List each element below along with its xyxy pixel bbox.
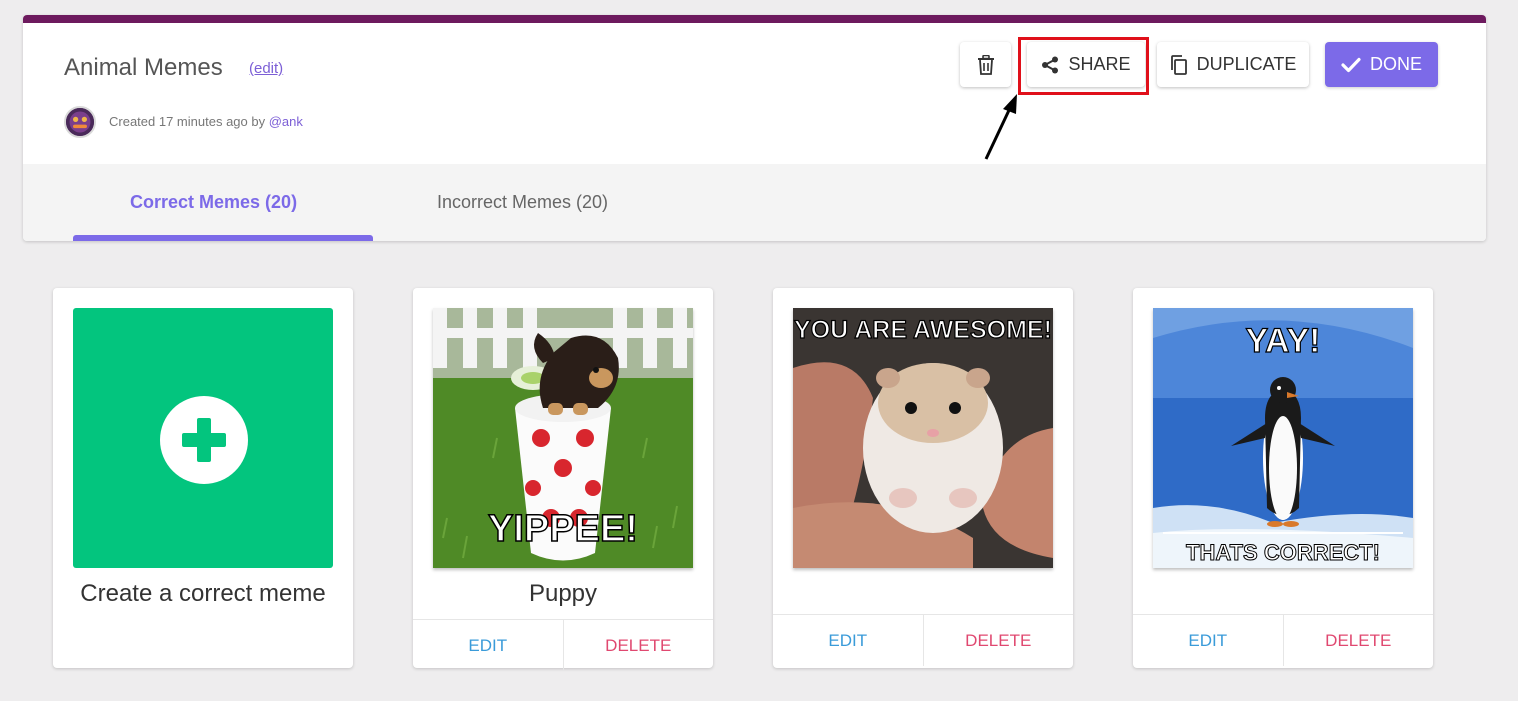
meme-card: YIPPEE! Puppy EDIT DELETE [413,288,713,671]
meme-top-text: YOU ARE AWESOME! [794,316,1052,344]
quiz-title: Animal Memes [64,54,223,81]
duplicate-icon [1170,54,1188,75]
avatar [64,106,96,138]
meme-image-puppy: YIPPEE! [433,308,693,568]
meme-card: YAY! THATS CORRECT! EDIT DELETE [1133,288,1433,668]
create-meme-tile[interactable] [73,308,333,568]
meme-actions: EDIT DELETE [1133,614,1433,666]
share-label: SHARE [1068,54,1131,74]
created-text: Created 17 minutes ago by [109,114,269,129]
edit-meme-button[interactable]: EDIT [1133,615,1284,666]
active-tab-indicator [73,235,373,241]
check-icon [1341,57,1361,73]
meme-actions: EDIT DELETE [413,619,713,671]
meme-bottom-text: THATS CORRECT! [1186,540,1380,565]
meme-image-penguin: YAY! THATS CORRECT! [1153,308,1413,568]
edit-meme-button[interactable]: EDIT [413,620,564,671]
share-button[interactable]: SHARE [1027,42,1145,87]
delete-meme-button[interactable]: DELETE [924,615,1074,666]
brand-bar [23,15,1486,23]
meme-caption: Puppy [528,580,598,607]
edit-meme-button[interactable]: EDIT [773,615,924,666]
meme-card: YOU ARE AWESOME! EDIT DELETE [773,288,1073,668]
tab-correct-memes[interactable]: Correct Memes (20) [130,192,297,213]
create-meme-label: Create a correct meme [80,580,326,607]
duplicate-label: DUPLICATE [1196,54,1297,74]
meme-image-hamster: YOU ARE AWESOME! [793,308,1053,568]
done-label: DONE [1369,54,1422,74]
meme-top-text: YAY! [1246,322,1321,360]
create-meme-card: Create a correct meme [53,288,353,668]
creator-username[interactable]: @ank [269,114,303,129]
meme-bottom-text: YIPPEE! [488,508,638,550]
plus-circle [160,396,248,484]
created-info: Created 17 minutes ago by @ank [109,114,303,129]
share-icon [1041,56,1059,74]
meme-actions: EDIT DELETE [773,614,1073,666]
duplicate-button[interactable]: DUPLICATE [1157,42,1309,87]
tab-incorrect-memes[interactable]: Incorrect Memes (20) [437,192,608,213]
delete-meme-button[interactable]: DELETE [564,620,714,671]
edit-title-link[interactable]: (edit) [249,60,283,77]
done-button[interactable]: DONE [1325,42,1438,87]
quiz-header: Animal Memes (edit) Created 17 minutes a… [23,15,1486,241]
annotation-arrow [984,94,1017,160]
delete-meme-button[interactable]: DELETE [1284,615,1434,666]
plus-icon [182,418,226,462]
delete-quiz-button[interactable] [960,42,1011,87]
trash-icon [977,54,995,75]
